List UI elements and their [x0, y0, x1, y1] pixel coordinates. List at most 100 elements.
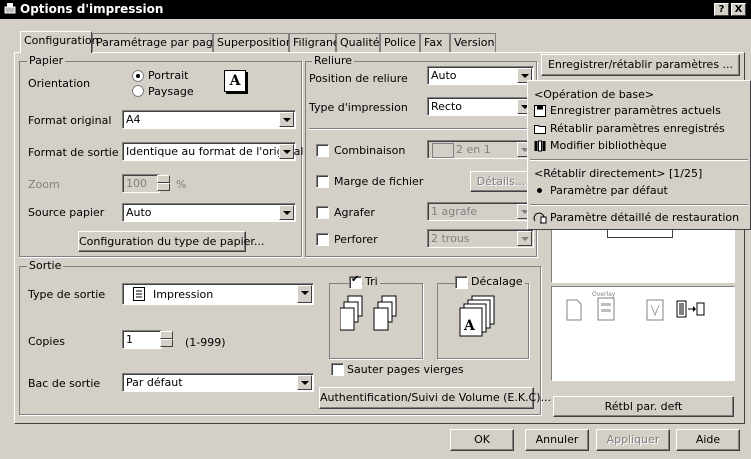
copies-spinner[interactable]	[160, 331, 173, 348]
staple-checkbox[interactable]	[316, 206, 329, 219]
page-preview-bottom: Overlay	[551, 286, 735, 381]
output-tray-select[interactable]: Par défaut	[122, 373, 314, 392]
binding-group-label: Reliure	[312, 54, 355, 67]
menu-item-detailed-restore[interactable]: Paramètre détaillé de restauration	[550, 211, 739, 224]
close-button[interactable]: X	[731, 3, 746, 16]
tab-quality[interactable]: Qualité	[336, 33, 380, 52]
chevron-down-icon[interactable]	[297, 285, 312, 303]
punch-label: Perforer	[334, 233, 378, 246]
orientation-preview-icon: A	[224, 70, 246, 92]
tab-configuration[interactable]: Configuration	[20, 31, 99, 53]
zoom-unit: %	[176, 178, 187, 191]
save-restore-settings-button[interactable]: Enregistrer/rétablir paramètres ...	[541, 54, 740, 76]
ok-button[interactable]: OK	[450, 429, 514, 451]
details-button[interactable]: Détails...	[470, 171, 532, 192]
orientation-label: Orientation	[28, 77, 91, 90]
save-icon	[534, 105, 546, 117]
punch-value: 2 trous	[431, 232, 470, 245]
combination-value: 2 en 1	[456, 143, 491, 156]
document-icon	[566, 299, 582, 321]
menu-item-restore[interactable]: Rétablir paramètres enregistrés	[550, 122, 725, 135]
chevron-down-icon[interactable]	[279, 205, 294, 220]
output-type-select[interactable]: Impression	[122, 283, 314, 305]
original-format-label: Format original	[28, 114, 112, 127]
zoom-spinner[interactable]	[157, 175, 170, 192]
folder-open-icon	[534, 125, 546, 134]
tab-fax[interactable]: Fax	[420, 33, 450, 52]
tab-font[interactable]: Police	[380, 33, 420, 52]
output-format-value: Identique au format de l'original	[126, 145, 304, 158]
output-type-value: Impression	[153, 288, 214, 301]
skip-blank-checkbox[interactable]	[331, 363, 344, 376]
copies-label: Copies	[28, 335, 65, 348]
tab-version[interactable]: Version	[450, 33, 496, 52]
binding-position-select[interactable]: Auto	[427, 66, 534, 85]
chevron-down-icon[interactable]	[297, 375, 312, 390]
binding-divider	[309, 128, 533, 130]
paper-source-value: Auto	[126, 206, 152, 219]
menu-separator	[530, 204, 748, 206]
binding-group	[305, 61, 537, 257]
apply-button[interactable]: Appliquer	[596, 429, 670, 451]
paper-source-select[interactable]: Auto	[122, 203, 296, 222]
nup-icon	[432, 143, 454, 158]
print-type-select[interactable]: Recto	[427, 97, 534, 116]
original-format-value: A4	[126, 113, 141, 126]
chevron-down-icon[interactable]	[517, 231, 532, 246]
output-tray-value: Par défaut	[126, 376, 183, 389]
output-format-label: Format de sortie	[28, 146, 119, 159]
menu-item-save[interactable]: Enregistrer paramètres actuels	[550, 104, 721, 117]
reset-default-button[interactable]: Rétbl par. deft	[553, 396, 734, 417]
menu-header-basic: <Opération de base>	[534, 88, 655, 101]
paper-source-label: Source papier	[28, 206, 105, 219]
collate-icon	[340, 295, 397, 331]
chevron-down-icon[interactable]	[279, 144, 294, 159]
help-button[interactable]: Aide	[676, 429, 740, 451]
punch-select[interactable]: 2 trous	[427, 229, 534, 248]
binding-position-label: Position de reliure	[309, 72, 408, 85]
menu-item-default[interactable]: Paramètre par défaut	[550, 184, 668, 197]
overlay-label: Overlay	[592, 291, 616, 298]
file-margin-checkbox[interactable]	[316, 175, 329, 188]
combination-select[interactable]: 2 en 1	[427, 140, 534, 159]
tab-watermark[interactable]: Filigrane	[289, 33, 340, 52]
landscape-radio[interactable]	[132, 85, 144, 97]
authentication-button[interactable]: Authentification/Suivi de Volume (E.K.C)…	[319, 387, 551, 409]
portrait-radio[interactable]	[132, 70, 144, 82]
output-type-label: Type de sortie	[28, 288, 106, 301]
settings-dropdown-menu: <Opération de base> Enregistrer paramètr…	[527, 80, 751, 230]
sort-checkbox[interactable]	[349, 274, 362, 289]
menu-header-direct: <Rétablir directement> [1/25]	[534, 167, 703, 180]
chevron-down-icon[interactable]	[279, 112, 294, 127]
skip-blank-label: Sauter pages vierges	[347, 363, 464, 376]
tab-page-settings[interactable]: Paramétrage par page	[92, 33, 220, 52]
offset-checkbox[interactable]	[455, 276, 468, 289]
tab-overlay[interactable]: Superposition	[213, 33, 293, 52]
title-bar[interactable]: Options d'impression ? X	[0, 0, 751, 19]
cancel-button[interactable]: Annuler	[525, 429, 589, 451]
booklet-icon	[676, 300, 705, 318]
menu-item-library[interactable]: Modifier bibliothèque	[550, 139, 667, 152]
detailed-restore-icon	[533, 212, 547, 224]
copies-input[interactable]: 1	[122, 330, 162, 349]
original-format-select[interactable]: A4	[122, 110, 296, 129]
zoom-value: 100	[126, 177, 147, 190]
svg-text:A: A	[463, 318, 476, 334]
watermark-icon	[646, 299, 664, 321]
bullet-icon	[537, 188, 542, 193]
portrait-label: Portrait	[148, 69, 189, 82]
library-icon	[534, 140, 546, 152]
staple-select[interactable]: 1 agrafe	[427, 202, 534, 221]
paper-type-config-button[interactable]: Configuration du type de papier...	[78, 231, 264, 252]
copies-value: 1	[126, 333, 133, 346]
staple-value: 1 agrafe	[431, 205, 478, 218]
help-title-button[interactable]: ?	[714, 3, 729, 16]
punch-checkbox[interactable]	[316, 233, 329, 246]
output-format-select[interactable]: Identique au format de l'original	[122, 142, 303, 161]
zoom-input[interactable]: 100	[122, 174, 160, 193]
sort-label: Tri	[363, 275, 380, 288]
combination-checkbox[interactable]	[316, 144, 329, 157]
offset-label: Décalage	[469, 275, 525, 288]
combination-label: Combinaison	[334, 144, 406, 157]
zoom-label: Zoom	[28, 178, 60, 191]
